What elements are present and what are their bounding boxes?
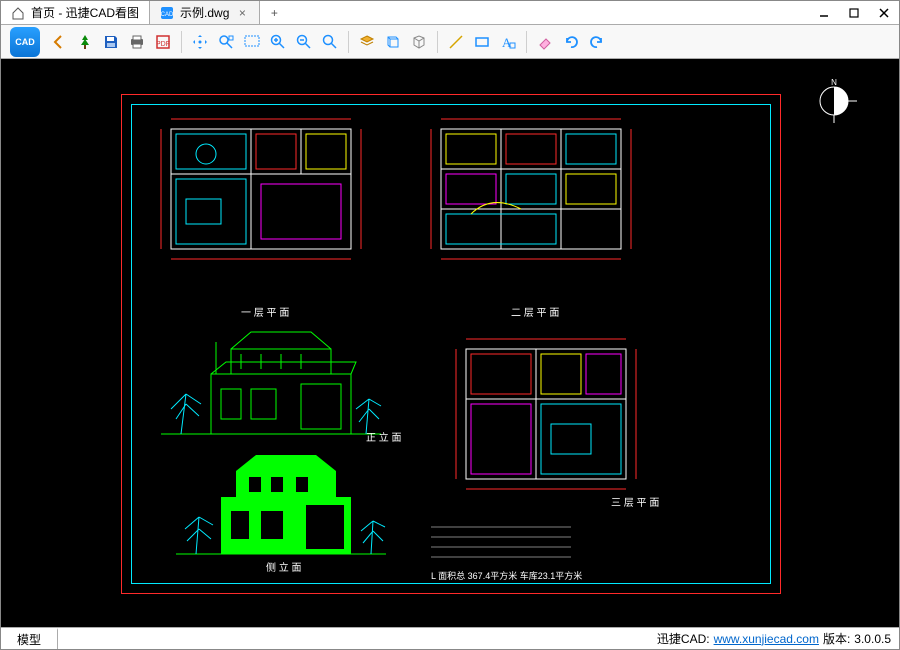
window-controls (809, 1, 899, 24)
redo-icon[interactable] (585, 30, 609, 54)
status-bar: 模型 迅捷CAD: www.xunjiecad.com 版本: 3.0.0.5 (1, 627, 899, 649)
zoom-realtime-icon[interactable] (318, 30, 342, 54)
save-icon[interactable] (99, 30, 123, 54)
svg-text:PDF: PDF (156, 41, 170, 48)
back-icon[interactable] (47, 30, 71, 54)
elevation-label-2: 侧 立 面 (266, 559, 302, 574)
line-icon[interactable] (444, 30, 468, 54)
pan-icon[interactable] (188, 30, 212, 54)
undo-icon[interactable] (559, 30, 583, 54)
model-tab-label: 模型 (17, 631, 41, 648)
toolbar-separator (181, 31, 182, 53)
floor-plan-2 (421, 114, 651, 294)
zoom-out-icon[interactable] (292, 30, 316, 54)
svg-text:N: N (831, 79, 837, 87)
maximize-button[interactable] (839, 1, 869, 24)
floor-plan-3 (436, 329, 656, 509)
app-logo: CAD (5, 25, 45, 59)
home-icon (11, 6, 25, 20)
plan-label-2: 二 层 平 面 (511, 304, 559, 319)
layers-icon[interactable] (355, 30, 379, 54)
plan-label-3: 三 层 平 面 (611, 494, 659, 509)
toolbar-separator (348, 31, 349, 53)
status-version-label: 版本: (823, 630, 850, 647)
close-button[interactable] (869, 1, 899, 24)
rectangle-icon[interactable] (470, 30, 494, 54)
box-icon[interactable] (407, 30, 431, 54)
status-right: 迅捷CAD: www.xunjiecad.com 版本: 3.0.0.5 (649, 628, 899, 649)
main-toolbar: CAD PDF A (1, 25, 899, 59)
toolbar-separator (437, 31, 438, 53)
toolbar-separator (526, 31, 527, 53)
export-icon[interactable]: PDF (151, 30, 175, 54)
eraser-icon[interactable] (533, 30, 557, 54)
cad-file-icon: CAD (160, 6, 174, 20)
status-brand: 迅捷CAD: (657, 630, 710, 647)
tab-close-button[interactable]: × (235, 6, 249, 20)
tab-home[interactable]: 首页 - 迅捷CAD看图 (1, 1, 150, 24)
status-url-link[interactable]: www.xunjiecad.com (714, 632, 819, 646)
plan-label-1: 一 层 平 面 (241, 304, 289, 319)
zoom-extents-icon[interactable] (214, 30, 238, 54)
elevation-2 (171, 449, 391, 564)
new-tab-button[interactable]: + (260, 1, 288, 24)
svg-text:CAD: CAD (161, 12, 174, 18)
text-block (431, 519, 611, 569)
print-icon[interactable] (125, 30, 149, 54)
app-window: 首页 - 迅捷CAD看图 CAD 示例.dwg × + CAD PDF (0, 0, 900, 650)
drawing-canvas[interactable]: 一 层 平 面 二 层 平 (1, 59, 899, 627)
status-version: 3.0.0.5 (854, 632, 891, 646)
elevation-1 (151, 324, 391, 444)
tab-label: 首页 - 迅捷CAD看图 (31, 4, 139, 21)
elevation-label-1: 正 立 面 (366, 429, 402, 444)
floor-plan-1 (151, 114, 381, 294)
tab-label: 示例.dwg (180, 4, 229, 21)
text-icon[interactable]: A (496, 30, 520, 54)
compass-icon: N (809, 79, 859, 129)
tree-icon[interactable] (73, 30, 97, 54)
zoom-in-icon[interactable] (266, 30, 290, 54)
tab-file[interactable]: CAD 示例.dwg × (150, 1, 260, 24)
zoom-window-icon[interactable] (240, 30, 264, 54)
drawing-summary: L 面积总 367.4平方米 车库23.1平方米 (431, 569, 582, 582)
3d-orbit-icon[interactable] (381, 30, 405, 54)
model-tab[interactable]: 模型 (1, 628, 58, 649)
minimize-button[interactable] (809, 1, 839, 24)
tab-bar: 首页 - 迅捷CAD看图 CAD 示例.dwg × + (1, 1, 899, 25)
